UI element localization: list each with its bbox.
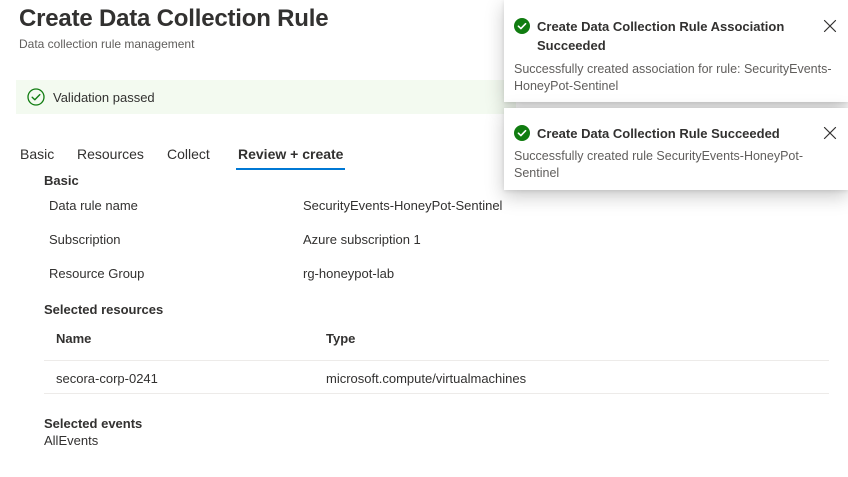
subscription-value: Azure subscription 1 (303, 232, 421, 247)
basic-section-heading: Basic (44, 173, 79, 188)
notification-message: Successfully created rule SecurityEvents… (514, 149, 804, 180)
notification-title: Create Data Collection Rule Succeeded (537, 126, 780, 141)
resource-group-value: rg-honeypot-lab (303, 266, 395, 281)
selected-events-value: AllEvents (44, 433, 99, 448)
tab-review-create[interactable]: Review + create (235, 144, 346, 170)
notification-title: Create Data Collection Rule Association … (537, 19, 785, 53)
tab-resources[interactable]: Resources (77, 144, 144, 170)
selected-events-heading: Selected events (44, 416, 143, 431)
resource-group-label: Resource Group (49, 266, 145, 281)
page-subtitle: Data collection rule management (19, 37, 195, 51)
validation-check-icon (27, 88, 45, 106)
grid-divider (44, 393, 829, 394)
resource-type-cell: microsoft.compute/virtualmachines (326, 371, 527, 386)
column-header-name: Name (56, 331, 92, 346)
tab-basic[interactable]: Basic (20, 144, 54, 170)
notification-rule-succeeded: Create Data Collection Rule Succeeded Su… (504, 108, 848, 190)
data-rule-name-label: Data rule name (49, 198, 138, 213)
subscription-label: Subscription (49, 232, 121, 247)
validation-text: Validation passed (53, 89, 155, 105)
notification-association-succeeded: Create Data Collection Rule Association … (504, 0, 848, 102)
success-check-icon (514, 125, 530, 141)
close-icon[interactable] (822, 125, 838, 141)
success-check-icon (514, 18, 530, 34)
close-icon[interactable] (822, 18, 838, 34)
tab-collect[interactable]: Collect (167, 144, 210, 170)
validation-banner: Validation passed (16, 80, 516, 114)
resource-name-cell: secora-corp-0241 (56, 371, 158, 386)
grid-divider (44, 360, 829, 361)
notification-message: Successfully created association for rul… (514, 62, 832, 93)
data-rule-name-value: SecurityEvents-HoneyPot-Sentinel (303, 198, 503, 213)
selected-resources-heading: Selected resources (44, 302, 164, 317)
page-title: Create Data Collection Rule (19, 5, 329, 32)
column-header-type: Type (326, 331, 356, 346)
